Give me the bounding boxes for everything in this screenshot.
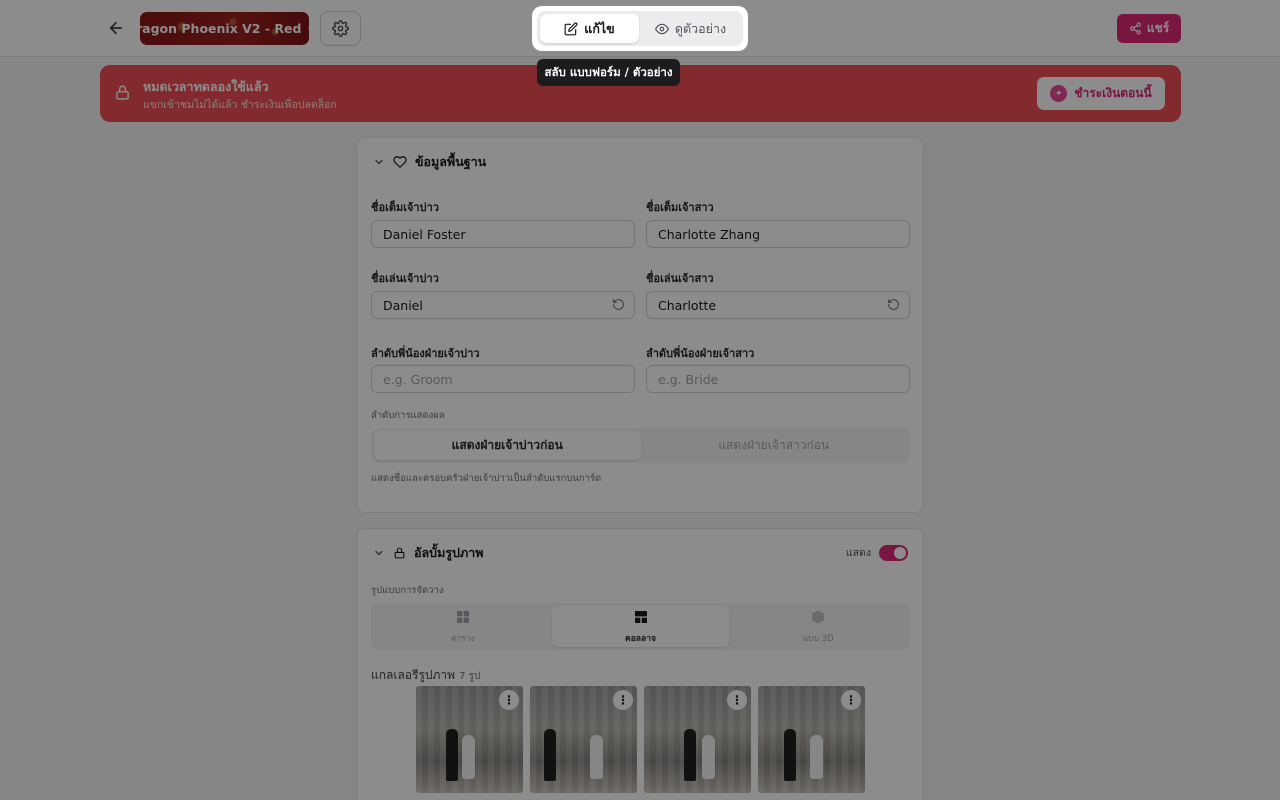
- layout-3d-label: แบบ 3D: [802, 633, 834, 644]
- more-options-icon[interactable]: ⋮: [841, 690, 861, 710]
- groom-full-name-input[interactable]: Daniel Foster: [371, 220, 635, 248]
- bride-sibling-label: ลำดับพี่น้องฝ่ายเจ้าสาว: [646, 347, 755, 360]
- chevron-down-icon: [373, 547, 385, 559]
- back-arrow-icon[interactable]: [104, 16, 128, 40]
- section-title: ข้อมูลพื้นฐาน: [415, 154, 487, 169]
- grid-icon: [455, 609, 471, 628]
- gear-icon: [332, 20, 349, 37]
- settings-button[interactable]: [320, 11, 361, 46]
- heart-icon: [393, 155, 407, 169]
- photo-thumbnail[interactable]: ⋮: [416, 686, 523, 793]
- tab-edit[interactable]: แก้ไข: [540, 14, 639, 43]
- tab-preview-label: ดูตัวอย่าง: [674, 20, 727, 36]
- bride-full-name-label: ชื่อเต็มเจ้าสาว: [646, 201, 714, 214]
- photo-figure: [446, 729, 458, 781]
- lock-icon: [393, 546, 406, 560]
- section-title: อัลบั้มรูปภาพ: [414, 545, 484, 560]
- switch-knob: [894, 546, 906, 559]
- layout-selector: ตาราง คอลลาจ แบบ 3D: [371, 603, 910, 650]
- groom-full-name-value: Daniel Foster: [383, 226, 466, 242]
- bride-nickname-label: ชื่อเล่นเจ้าสาว: [646, 272, 714, 285]
- reset-icon[interactable]: [887, 298, 900, 311]
- banner-title: หมดเวลาทดลองใช้แล้ว: [143, 79, 269, 94]
- sparkle-icon: ✦: [1050, 85, 1068, 102]
- groom-nickname-label: ชื่อเล่นเจ้าบ่าว: [371, 272, 439, 285]
- groom-nickname-input[interactable]: Daniel: [371, 291, 635, 319]
- lock-icon: [114, 83, 131, 106]
- tab-edit-label: แก้ไข: [584, 20, 615, 36]
- photo-thumbnail[interactable]: ⋮: [758, 686, 865, 793]
- bride-sibling-input[interactable]: e.g. Bride: [646, 365, 910, 393]
- photo-thumbnail[interactable]: ⋮: [644, 686, 751, 793]
- bride-full-name-input[interactable]: Charlotte Zhang: [646, 220, 910, 248]
- basic-info-header[interactable]: ข้อมูลพื้นฐาน: [373, 152, 486, 172]
- groom-sibling-input[interactable]: e.g. Groom: [371, 365, 635, 393]
- photo-figure: [462, 735, 475, 779]
- photo-figure: [810, 735, 823, 779]
- layout-collage-label: คอลลาจ: [625, 633, 656, 644]
- photo-figure: [684, 729, 696, 781]
- template-name: ragon Phoenix V2 - Red: [140, 21, 302, 36]
- bride-nickname-input[interactable]: Charlotte: [646, 291, 910, 319]
- bride-sibling-placeholder: e.g. Bride: [658, 371, 719, 387]
- layout-label: รูปแบบการจัดวาง: [371, 585, 444, 596]
- display-order-groom-first[interactable]: แสดงฝ่ายเจ้าบ่าวก่อน: [374, 431, 641, 460]
- photo-figure: [784, 729, 796, 781]
- groom-full-name-label: ชื่อเต็มเจ้าบ่าว: [371, 201, 439, 214]
- chevron-down-icon: [373, 156, 385, 168]
- collage-icon: [633, 609, 649, 628]
- tab-preview[interactable]: ดูตัวอย่าง: [641, 14, 740, 43]
- pay-now-label: ชำระเงินตอนนี้: [1074, 86, 1152, 100]
- bride-full-name-value: Charlotte Zhang: [658, 226, 761, 242]
- gallery-label: แกลเลอรีรูปภาพ 7 รูป: [371, 666, 480, 685]
- layout-grid-label: ตาราง: [450, 633, 475, 644]
- photo-figure: [544, 729, 556, 781]
- share-button[interactable]: แชร์: [1117, 14, 1181, 43]
- share-label: แชร์: [1146, 21, 1170, 35]
- display-order-help: แสดงชื่อและครอบครัวฝ่ายเจ้าบ่าวเป็นลำดับ…: [371, 473, 602, 484]
- display-order-toggle: แสดงฝ่ายเจ้าบ่าวก่อน แสดงฝ่ายเจ้าสาวก่อน: [371, 428, 910, 463]
- share-icon: [1129, 22, 1142, 35]
- pay-now-button[interactable]: ✦ ชำระเงินตอนนี้: [1037, 77, 1165, 110]
- photo-figure: [702, 735, 715, 779]
- album-visibility: แสดง: [846, 544, 908, 561]
- basic-info-section: ข้อมูลพื้นฐาน ชื่อเต็มเจ้าบ่าว Daniel Fo…: [356, 137, 924, 513]
- cube-3d-icon: [810, 609, 826, 628]
- album-header[interactable]: อัลบั้มรูปภาพ: [373, 543, 484, 563]
- template-selector[interactable]: ragon Phoenix V2 - Red: [140, 12, 309, 45]
- reset-icon[interactable]: [612, 298, 625, 311]
- groom-sibling-label: ลำดับพี่น้องฝ่ายเจ้าบ่าว: [371, 347, 480, 360]
- bride-nickname-value: Charlotte: [658, 297, 717, 313]
- mode-toggle-tooltip: สลับ แบบฟอร์ม / ตัวอย่าง: [537, 59, 680, 86]
- layout-collage-option[interactable]: คอลลาจ: [551, 606, 730, 647]
- show-switch[interactable]: [879, 544, 908, 561]
- layout-grid-option[interactable]: ตาราง: [374, 606, 552, 647]
- gallery-title: แกลเลอรีรูปภาพ: [371, 668, 456, 682]
- banner-subtitle: แขกเข้าชมไม่ได้แล้ว ชำระเงินเพื่อปลดล็อก: [143, 99, 337, 111]
- gallery-count: 7 รูป: [459, 671, 481, 682]
- show-label: แสดง: [845, 547, 871, 559]
- display-order-bride-first[interactable]: แสดงฝ่ายเจ้าสาวก่อน: [641, 431, 908, 460]
- more-options-icon[interactable]: ⋮: [499, 690, 519, 710]
- groom-sibling-placeholder: e.g. Groom: [383, 371, 453, 387]
- edit-preview-toggle: แก้ไข ดูตัวอย่าง: [532, 6, 748, 51]
- layout-3d-option[interactable]: แบบ 3D: [729, 606, 907, 647]
- chevron-down-icon: [306, 23, 309, 35]
- display-order-label: ลำดับการแสดงผล: [371, 410, 445, 421]
- photo-album-section: อัลบั้มรูปภาพ แสดง รูปแบบการจัดวาง ตาราง…: [356, 528, 924, 800]
- photo-thumbnail[interactable]: ⋮: [530, 686, 637, 793]
- eye-icon: [654, 22, 669, 36]
- more-options-icon[interactable]: ⋮: [727, 690, 747, 710]
- photo-figure: [590, 735, 603, 779]
- more-options-icon[interactable]: ⋮: [613, 690, 633, 710]
- groom-nickname-value: Daniel: [383, 297, 423, 313]
- edit-icon: [564, 22, 578, 36]
